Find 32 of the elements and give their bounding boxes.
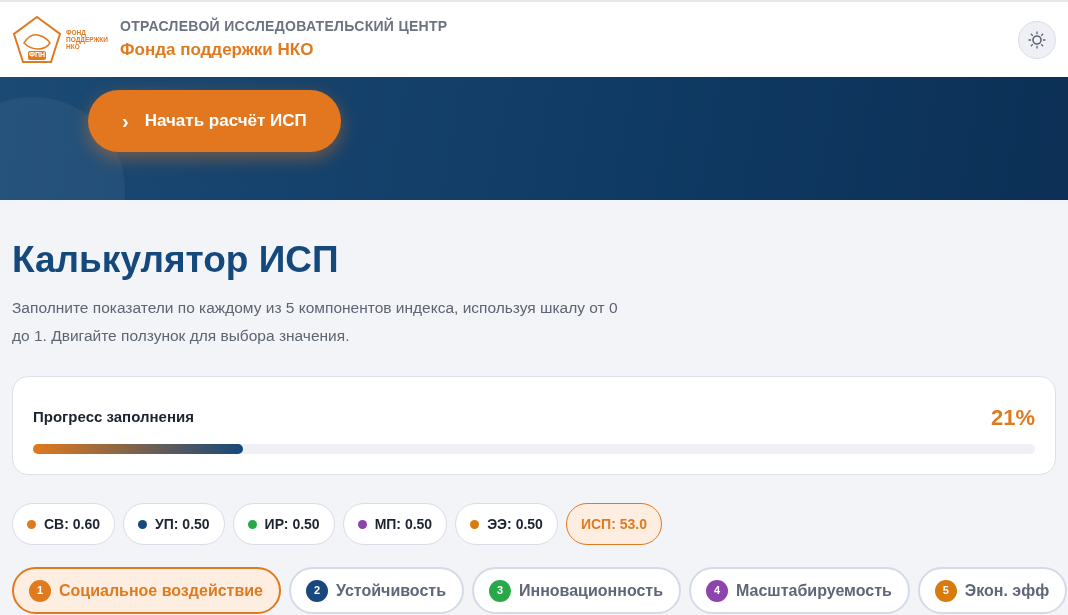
start-calculation-button[interactable]: › Начать расчёт ИСП [88,90,341,152]
org-title: Фонда поддержки НКО [120,39,315,62]
score-label: ЭЭ: 0.50 [487,514,543,534]
step-number: 1 [29,579,51,602]
page-description: Заполните показатели по каждому из 5 компонентов индекса, используя шкалу от 0 до 1. Двигайте ползунок для выбора значения. [12,298,619,347]
theme-toggle-button[interactable] [1018,20,1056,59]
step-number: 2 [306,579,328,602]
tab-label: Инновационность [519,580,663,601]
component-tab[interactable]: 3 Инновационность [472,567,681,615]
score-label: МП: 0.50 [374,514,433,534]
score-label: УП: 0.50 [155,514,210,534]
logo-pentagon [12,14,62,65]
score-label: СВ: 0.60 [44,514,101,534]
sun-icon [1028,30,1046,49]
tab-label: Устойчивость [336,580,446,601]
org-subtitle: ОТРАСЛЕВОЙ ИССЛЕДОВАТЕЛЬСКИЙ ЦЕНТР [120,16,448,37]
component-tab[interactable]: 2 Устойчивость [289,567,464,615]
step-number: 5 [934,579,957,602]
progress-label: Прогресс заполнения [33,407,194,428]
progress-percent: 21% [990,404,1035,433]
step-number: 3 [489,579,511,602]
component-tab[interactable]: 1 Социальное воздействие [12,567,281,615]
component-tab[interactable]: 4 Масштабируемость [689,567,910,615]
component-tab[interactable]: 5 Экон. эфф [917,567,1068,615]
tab-label: Социальное воздействие [59,580,263,601]
page-title: Калькулятор ИСП [12,238,340,282]
chevron-icon: › [122,106,129,136]
total-score-chip: ИСП: 53.0 [565,503,662,546]
tab-label: Масштабируемость [736,580,892,601]
tab-label: Экон. эфф [964,580,1050,601]
score-label: ИР: 0.50 [264,514,320,534]
step-number: 4 [706,579,728,602]
